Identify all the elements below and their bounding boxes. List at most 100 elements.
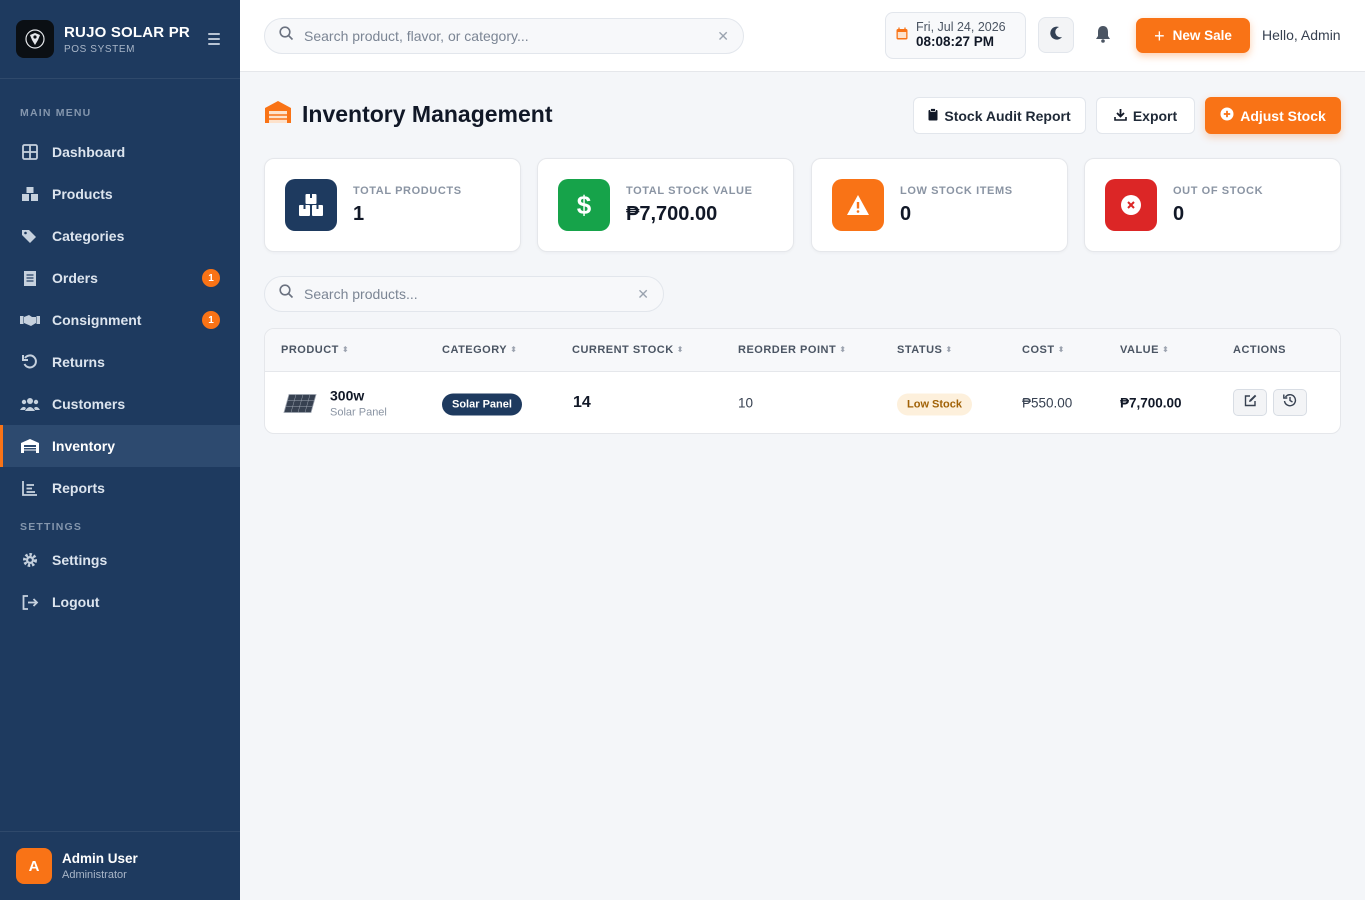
handshake-icon [20,310,40,330]
column-header-product[interactable]: PRODUCT ⬍ [281,344,349,356]
chart-icon [20,478,40,498]
table-header: PRODUCT ⬍ CATEGORY ⬍ CURRENT STOCK ⬍ REORDE… [265,329,1340,372]
column-header-status[interactable]: STATUS ⬍ [897,344,953,356]
sidebar-item-label: Inventory [52,438,116,454]
topbar: Search product, flavor, or category... ✕… [240,0,1365,72]
sidebar-item-label: Returns [52,354,105,370]
stat-value: ₱7,700.00 [626,202,718,225]
receipt-icon [20,268,40,288]
user-role: Administrator [62,869,127,881]
plus-icon: + [1154,25,1165,46]
adjust-stock-button[interactable]: Adjust Stock [1205,97,1341,134]
orders-count-badge: 1 [202,269,220,287]
sidebar-item-settings[interactable]: Settings [0,539,240,581]
bell-icon[interactable] [1095,25,1115,45]
edit-button[interactable] [1233,389,1267,416]
column-header-reorder-point[interactable]: REORDER POINT ⬍ [738,344,846,356]
user-name: Admin User [62,851,138,866]
sidebar-item-label: Reports [52,480,105,496]
product-subtitle: Solar Panel [330,406,387,419]
page-title: Inventory Management [302,101,553,127]
product-search-input[interactable]: Search products... ✕ [264,276,664,312]
hamburger-menu-icon[interactable] [204,29,224,49]
sort-icon: ⬍ [839,345,847,354]
stat-label: TOTAL PRODUCTS [353,184,462,197]
brand-header: RUJO SOLAR PRO POS SYSTEM [0,0,240,79]
moon-icon [1049,26,1063,45]
dark-mode-toggle[interactable] [1038,17,1074,53]
warning-icon [832,179,884,231]
dollar-icon: $ [558,179,610,231]
greeting: Hello, Admin [1262,27,1341,43]
table-row: 300w Solar Panel Solar Panel 14 10 Low S… [265,372,1340,433]
export-label: Export [1132,107,1178,124]
current-time: 08:08:27 PM [916,33,995,49]
brand-subtitle: POS SYSTEM [64,43,136,55]
sidebar-item-products[interactable]: Products [0,173,240,215]
product-cell: 300w Solar Panel [283,388,387,419]
sidebar-item-categories[interactable]: Categories [0,215,240,257]
stat-card-low-stock: LOW STOCK ITEMS 0 [811,158,1068,252]
sidebar-item-reports[interactable]: Reports [0,467,240,509]
sidebar-item-consignment[interactable]: Consignment 1 [0,299,240,341]
sort-icon: ⬍ [1057,345,1065,354]
column-header-value[interactable]: VALUE ⬍ [1120,344,1169,356]
clear-search-icon[interactable]: ✕ [637,286,649,303]
clear-search-icon[interactable]: ✕ [717,28,729,45]
sidebar-item-label: Orders [52,270,98,286]
stat-card-total-products: TOTAL PRODUCTS 1 [264,158,521,252]
calendar-icon [896,27,908,45]
adjust-stock-label: Adjust Stock [1240,107,1326,124]
boxes-icon [285,179,337,231]
column-header-current-stock[interactable]: CURRENT STOCK ⬍ [572,344,684,356]
x-circle-icon [1105,179,1157,231]
sidebar: RUJO SOLAR PRO POS SYSTEM MAIN MENU Dash… [0,0,240,900]
stat-label: OUT OF STOCK [1173,184,1264,197]
column-header-category[interactable]: CATEGORY ⬍ [442,344,517,356]
warehouse-icon [20,436,40,456]
logout-icon [20,592,40,612]
category-badge: Solar Panel [442,393,522,416]
boxes-icon [20,184,40,204]
user-profile[interactable]: A Admin User Administrator [0,831,240,900]
sidebar-item-label: Consignment [52,312,142,328]
sidebar-item-logout[interactable]: Logout [0,581,240,623]
sort-icon: ⬍ [510,345,518,354]
clipboard-icon [928,107,938,124]
global-search-input[interactable]: Search product, flavor, or category... ✕ [264,18,744,54]
current-stock-value: 14 [573,394,591,411]
avatar: A [16,848,52,884]
datetime-display: Fri, Jul 24, 2026 08:08:27 PM [885,12,1026,59]
sidebar-item-inventory[interactable]: Inventory [0,425,240,467]
product-search-placeholder: Search products... [304,286,418,302]
stat-value: 0 [1173,202,1185,225]
edit-icon [1244,394,1257,412]
sidebar-item-orders[interactable]: Orders 1 [0,257,240,299]
status-badge: Low Stock [897,393,973,416]
new-sale-button[interactable]: + New Sale [1136,18,1250,53]
stock-audit-report-button[interactable]: Stock Audit Report [913,97,1086,134]
undo-icon [20,352,40,372]
column-header-actions: ACTIONS [1233,344,1286,356]
sidebar-item-customers[interactable]: Customers [0,383,240,425]
sort-icon: ⬍ [341,345,350,354]
stat-value: 1 [353,202,365,225]
export-button[interactable]: Export [1096,97,1195,134]
stock-audit-report-label: Stock Audit Report [944,107,1071,124]
warehouse-icon [264,100,292,129]
inventory-table: PRODUCT ⬍ CATEGORY ⬍ CURRENT STOCK ⬍ REORDE… [264,328,1341,434]
page-header: Inventory Management [264,100,553,129]
sidebar-item-dashboard[interactable]: Dashboard [0,131,240,173]
sidebar-item-returns[interactable]: Returns [0,341,240,383]
new-sale-label: New Sale [1172,28,1232,43]
sidebar-item-label: Logout [52,594,100,610]
column-header-cost[interactable]: COST ⬍ [1022,344,1065,356]
search-icon [279,26,294,46]
sidebar-item-label: Settings [52,552,108,568]
stat-label: TOTAL STOCK VALUE [626,184,753,197]
stat-label: LOW STOCK ITEMS [900,184,1013,197]
search-icon [279,284,294,304]
sort-icon: ⬍ [676,345,684,354]
history-button[interactable] [1273,389,1307,416]
sidebar-item-label: Products [52,186,113,202]
